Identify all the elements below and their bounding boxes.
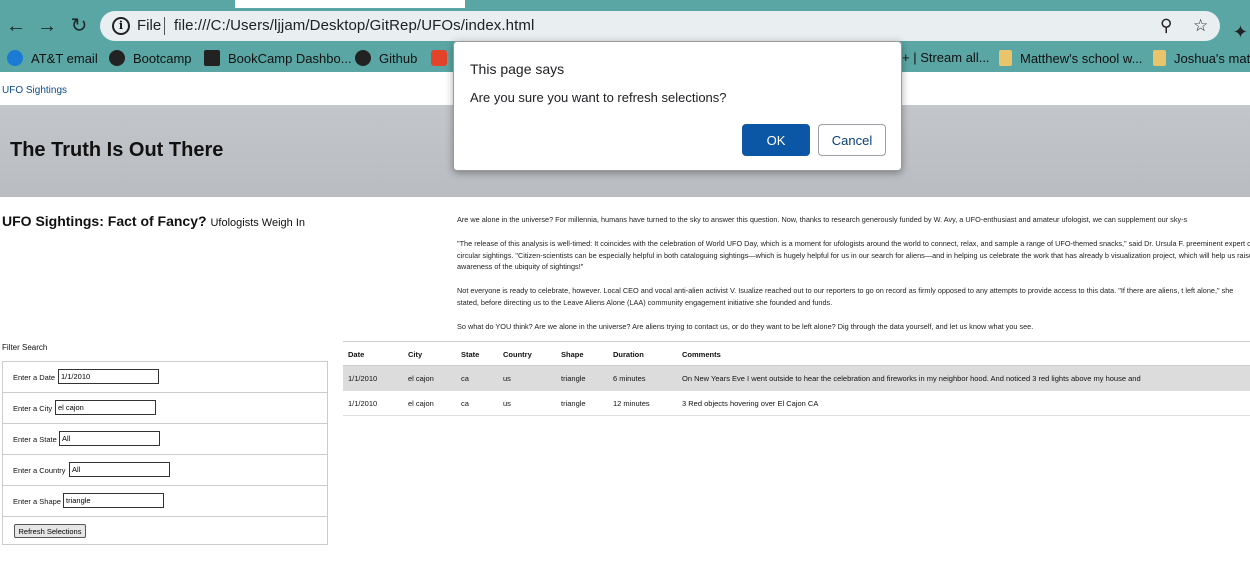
address-bar[interactable]: i File file:///C:/Users/ljjam/Desktop/Gi… <box>100 11 1220 41</box>
cell-country: us <box>503 374 511 383</box>
article-heading: UFO Sightings: Fact of Fancy? Ufologists… <box>2 213 305 229</box>
article-paragraph: Not everyone is ready to celebrate, howe… <box>457 286 1234 307</box>
cell-city: el cajon <box>408 399 434 408</box>
filter-form: Enter a Date Enter a City Enter a State … <box>2 361 328 545</box>
navbar-brand[interactable]: UFO Sightings <box>2 85 67 96</box>
cell-country: us <box>503 399 511 408</box>
cell-date: 1/1/2010 <box>348 374 378 383</box>
bookmark-att-email[interactable]: AT&T email <box>7 50 98 68</box>
cell-comments: On New Years Eve I went outside to hear … <box>682 374 1141 383</box>
cell-shape: triangle <box>561 374 586 383</box>
star-icon[interactable]: ☆ <box>1193 16 1208 36</box>
filter-row-city: Enter a City <box>3 393 327 424</box>
country-input[interactable] <box>69 462 170 477</box>
date-input[interactable] <box>58 369 159 384</box>
table-row: 1/1/2010 el cajon ca us triangle 6 minut… <box>343 366 1250 391</box>
filter-row-date: Enter a Date <box>3 362 327 393</box>
url-scheme: File <box>137 17 162 34</box>
forward-arrow-icon[interactable]: → <box>36 15 58 37</box>
vanderbilt-icon <box>204 50 220 66</box>
article-subtitle: Ufologists Weigh In <box>210 217 306 229</box>
confirm-dialog: This page says Are you sure you want to … <box>453 41 902 171</box>
ok-button[interactable]: OK <box>742 124 810 156</box>
bookmark-label: BookCamp Dashbo... <box>228 51 352 66</box>
bookmark-label: Bootcamp <box>133 51 192 66</box>
reload-icon[interactable]: ↻ <box>68 15 90 37</box>
sightings-table: Date City State Country Shape Duration C… <box>343 341 1250 416</box>
cell-city: el cajon <box>408 374 434 383</box>
bookmark-bootcamp[interactable]: Bootcamp <box>109 50 192 68</box>
state-input[interactable] <box>59 431 160 446</box>
info-icon[interactable]: i <box>112 17 130 35</box>
filter-label-city: Enter a City <box>13 404 53 413</box>
gitlab-icon <box>431 50 447 66</box>
filter-label-state: Enter a State <box>13 435 57 444</box>
header-comments: Comments <box>682 350 721 359</box>
back-arrow-icon[interactable]: ← <box>5 15 27 37</box>
cell-state: ca <box>461 374 469 383</box>
filter-label-country: Enter a Country <box>13 466 66 475</box>
cell-shape: triangle <box>561 399 586 408</box>
hero-title: The Truth Is Out There <box>10 139 224 161</box>
article-paragraph: So what do YOU think? Are we alone in th… <box>457 321 1034 331</box>
bookmark-bookcamp-dashboard[interactable]: BookCamp Dashbo... <box>204 50 352 68</box>
bookmark-label: Matthew's school w... <box>1020 51 1143 66</box>
bookmark-label: + | Stream all... <box>902 50 990 65</box>
bookmark-label: AT&T email <box>31 51 98 66</box>
header-duration: Duration <box>613 350 644 359</box>
article-paragraph: "The release of this analysis is well-ti… <box>457 239 1250 271</box>
active-tab[interactable] <box>235 0 465 8</box>
city-input[interactable] <box>55 400 156 415</box>
bookmark-label: Github <box>379 51 418 66</box>
header-shape: Shape <box>561 350 584 359</box>
cancel-button[interactable]: Cancel <box>818 124 886 156</box>
bookmark-github[interactable]: Github <box>355 50 417 68</box>
bookmark-joshuas-math[interactable]: Joshua's math <box>1153 50 1250 68</box>
bookmark-gitlab[interactable] <box>431 50 455 68</box>
refresh-selections-button[interactable]: Refresh Selections <box>14 524 86 538</box>
cell-comments: 3 Red objects hovering over El Cajon CA <box>682 399 819 408</box>
folder-icon <box>999 50 1012 66</box>
header-date: Date <box>348 350 365 359</box>
filter-row-country: Enter a Country <box>3 455 327 486</box>
bookmark-label: Joshua's math <box>1174 51 1250 66</box>
dialog-message: Are you sure you want to refresh selecti… <box>470 90 727 105</box>
shape-input[interactable] <box>63 493 164 508</box>
url-text[interactable]: file:///C:/Users/ljjam/Desktop/GitRep/UF… <box>174 17 534 34</box>
table-header: Date City State Country Shape Duration C… <box>343 341 1250 366</box>
filter-heading: Filter Search <box>2 343 48 352</box>
browser-toolbar: ← → ↻ i File file:///C:/Users/ljjam/Desk… <box>0 8 1250 44</box>
cell-duration: 6 minutes <box>613 374 646 383</box>
header-country: Country <box>503 350 532 359</box>
filter-label-shape: Enter a Shape <box>13 497 61 506</box>
folder-icon <box>1153 50 1166 66</box>
puzzle-icon[interactable]: ✦ <box>1233 22 1248 43</box>
github-icon <box>355 50 371 66</box>
zoom-icon[interactable]: ⚲ <box>1160 16 1172 36</box>
filter-label-date: Enter a Date <box>13 373 56 382</box>
table-row: 1/1/2010 el cajon ca us triangle 12 minu… <box>343 391 1250 416</box>
cell-duration: 12 minutes <box>613 399 650 408</box>
att-globe-icon <box>7 50 23 66</box>
header-city: City <box>408 350 423 359</box>
globe-icon <box>109 50 125 66</box>
filter-row-shape: Enter a Shape <box>3 486 327 517</box>
article-title: UFO Sightings: Fact of Fancy? <box>2 213 207 229</box>
cell-state: ca <box>461 399 469 408</box>
article-body: Are we alone in the universe? For millen… <box>457 214 1250 345</box>
header-state: State <box>461 350 480 359</box>
bookmark-matthews-school[interactable]: Matthew's school w... <box>999 50 1142 68</box>
article-paragraph: Are we alone in the universe? For millen… <box>457 215 1188 224</box>
bookmark-stream[interactable]: + | Stream all... <box>902 50 990 68</box>
tab-strip <box>0 0 1250 8</box>
cell-date: 1/1/2010 <box>348 399 378 408</box>
filter-row-state: Enter a State <box>3 424 327 455</box>
dialog-title: This page says <box>470 61 565 77</box>
url-separator <box>164 17 165 35</box>
